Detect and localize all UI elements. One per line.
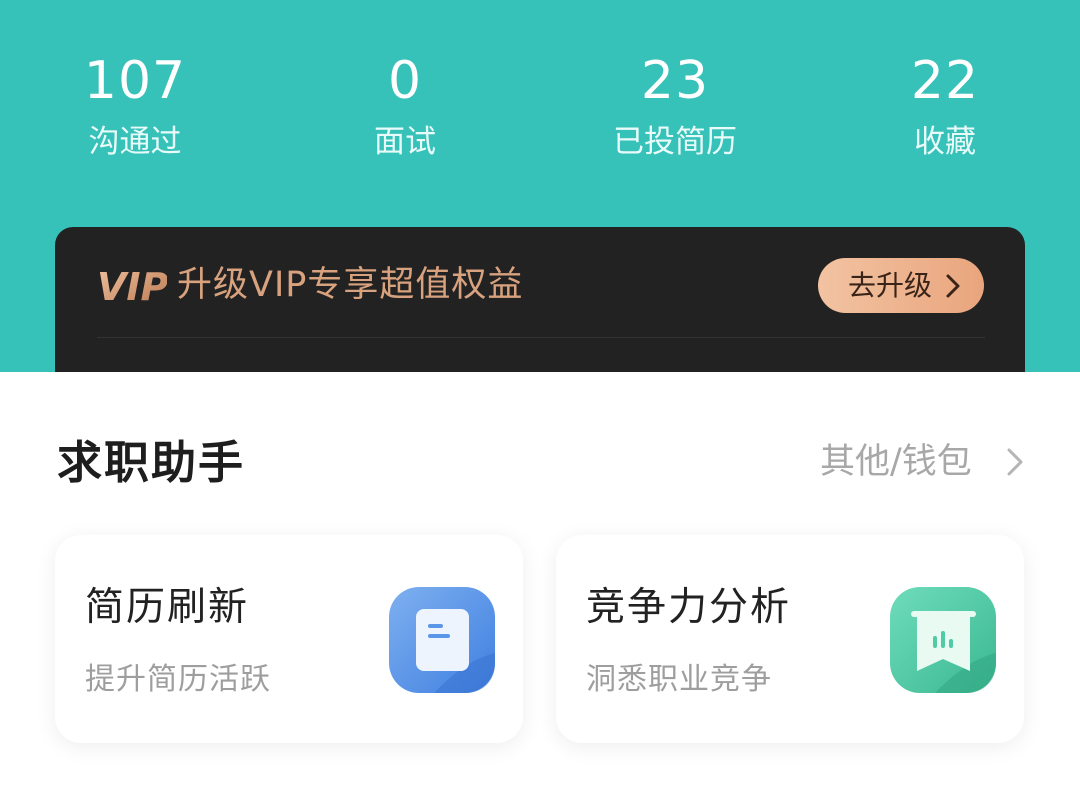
resume-icon: [389, 587, 495, 693]
vip-upgrade-banner[interactable]: VIP 升级VIP专享超值权益 去升级: [55, 227, 1025, 377]
upgrade-button[interactable]: 去升级: [818, 258, 984, 313]
stat-interviews[interactable]: 0 面试: [295, 50, 515, 164]
chevron-right-icon: [1007, 448, 1023, 476]
stats-row: 107 沟通过 0 面试 23 已投简历 22 收藏: [0, 50, 1080, 170]
upgrade-button-label: 去升级: [848, 270, 933, 301]
vip-logo-text: VIP: [97, 267, 167, 303]
tool-subtitle: 提升简历活跃: [85, 662, 271, 697]
stat-label: 面试: [374, 124, 436, 160]
divider: [97, 337, 985, 338]
stat-value: 107: [83, 51, 187, 111]
section-title: 求职助手: [57, 436, 246, 489]
resume-refresh-card[interactable]: 简历刷新 提升简历活跃: [55, 535, 523, 743]
other-wallet-label: 其他/钱包: [820, 442, 972, 482]
bar-chart-icon: [890, 587, 996, 693]
competitiveness-analysis-card[interactable]: 竞争力分析 洞悉职业竞争: [556, 535, 1024, 743]
chevron-right-icon: [946, 274, 960, 298]
stat-label: 沟通过: [88, 124, 182, 160]
stat-value: 22: [910, 51, 980, 111]
vip-banner-text: 升级VIP专享超值权益: [177, 265, 524, 305]
stat-label: 收藏: [914, 124, 976, 160]
stat-communicated[interactable]: 107 沟通过: [25, 50, 245, 164]
stat-resumes-sent[interactable]: 23 已投简历: [565, 50, 785, 164]
tool-subtitle: 洞悉职业竞争: [586, 662, 772, 697]
stat-favorites[interactable]: 22 收藏: [835, 50, 1055, 164]
tool-title: 竞争力分析: [586, 585, 792, 630]
stat-label: 已投简历: [613, 124, 737, 160]
stat-value: 0: [387, 51, 423, 111]
vip-logo: VIP: [97, 267, 167, 303]
stat-value: 23: [640, 51, 710, 111]
tool-title: 简历刷新: [85, 585, 250, 630]
other-wallet-link[interactable]: 其他/钱包: [820, 437, 1030, 487]
